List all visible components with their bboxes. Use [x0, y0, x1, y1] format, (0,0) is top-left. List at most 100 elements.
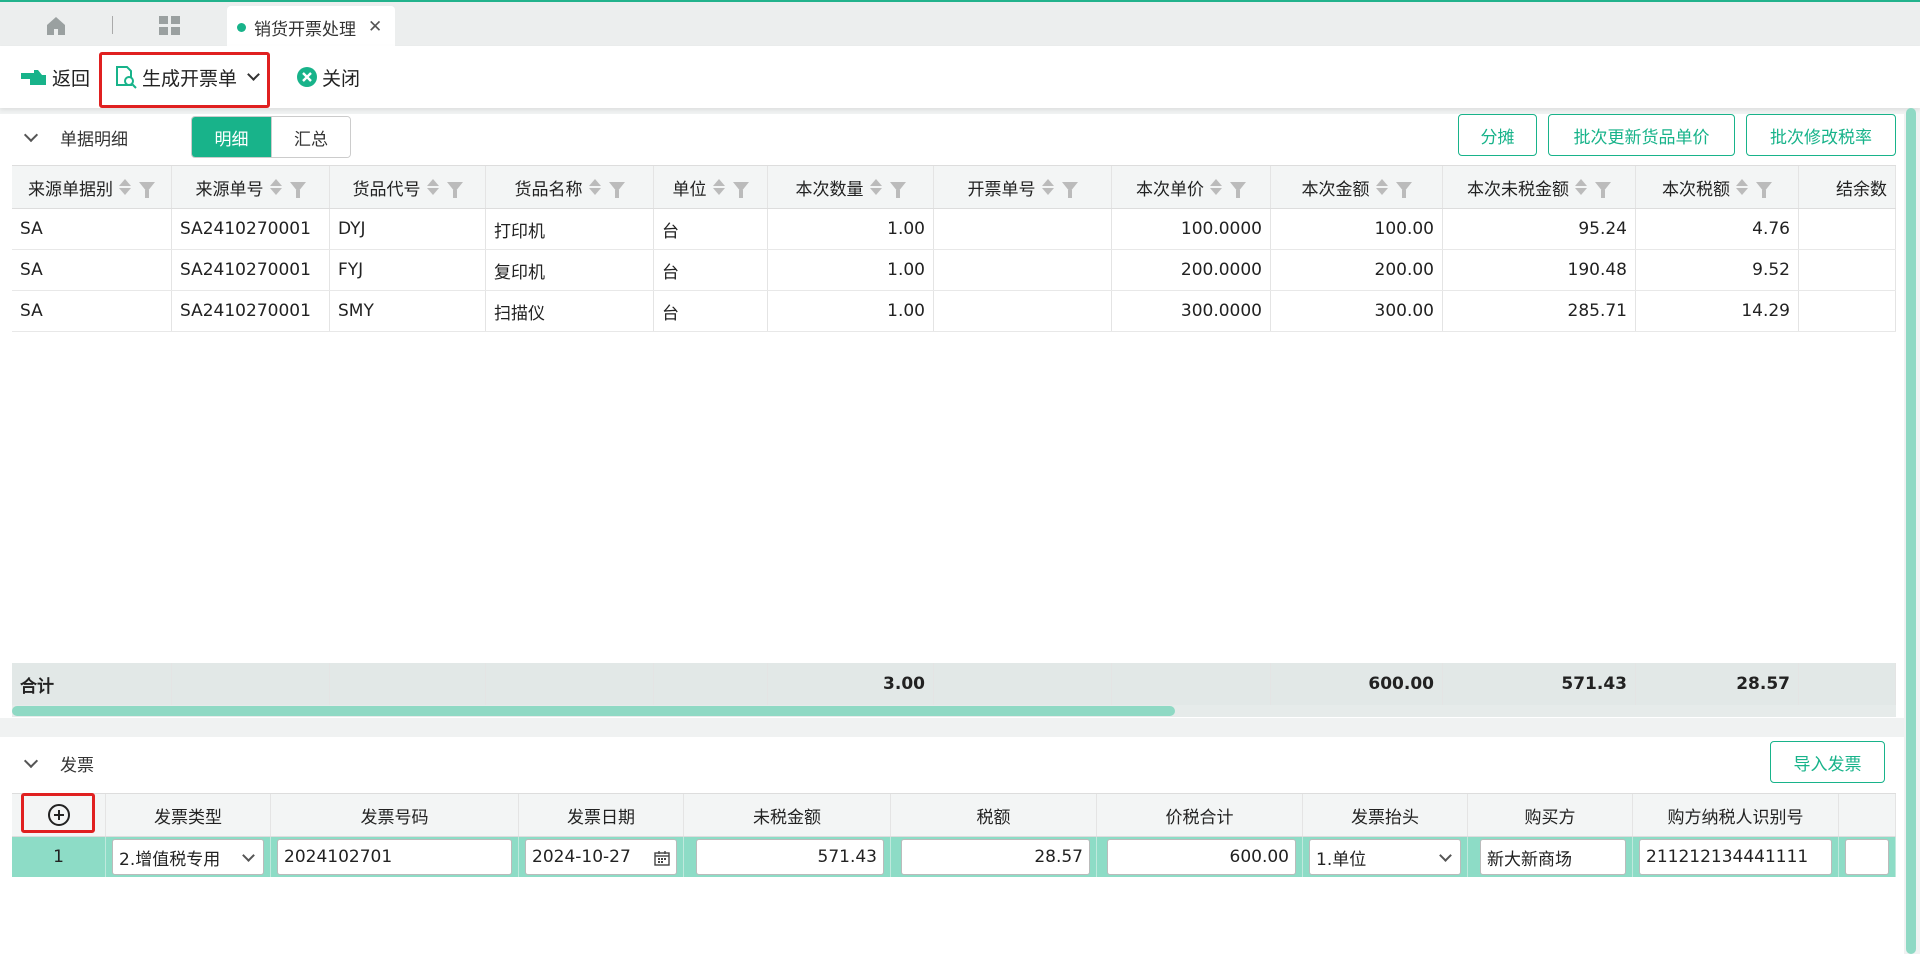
cell-unit: 台 — [654, 209, 768, 249]
horizontal-scrollbar[interactable] — [12, 705, 1896, 717]
cell-price: 100.0000 — [1112, 209, 1271, 249]
total-empty — [486, 663, 654, 705]
col-header[interactable]: 发票号码 — [271, 794, 519, 836]
close-label: 关闭 — [322, 67, 361, 90]
col-header[interactable]: 结余数 — [1799, 166, 1896, 208]
total-amount-input[interactable]: 600.00 — [1107, 839, 1296, 875]
cell-item-code: SMY — [330, 291, 486, 331]
col-header[interactable]: 税额 — [891, 794, 1097, 836]
col-header[interactable]: 购方纳税人识别号 — [1633, 794, 1839, 836]
vertical-scrollbar[interactable] — [1906, 108, 1916, 954]
cell-item-name: 扫描仪 — [486, 291, 654, 331]
filter-icon[interactable] — [608, 182, 625, 198]
col-header[interactable]: 发票抬头 — [1303, 794, 1468, 836]
cell-item-code: DYJ — [330, 209, 486, 249]
allocate-button[interactable]: 分摊 — [1458, 114, 1537, 156]
back-label: 返回 — [52, 67, 91, 90]
cell-source-no: SA2410270001 — [172, 209, 330, 249]
sort-icon[interactable] — [1575, 179, 1587, 195]
batch-update-price-button[interactable]: 批次更新货品单价 — [1548, 114, 1735, 156]
chevron-down-icon[interactable] — [1439, 849, 1452, 862]
calendar-icon[interactable] — [654, 850, 670, 866]
col-header[interactable]: 开票单号 — [934, 166, 1112, 208]
col-header[interactable]: 本次金额 — [1271, 166, 1443, 208]
close-button[interactable]: 关闭 — [296, 46, 360, 108]
total-qty: 3.00 — [768, 663, 934, 705]
taxpayer-id-input[interactable]: 211212134441111 — [1639, 839, 1832, 875]
batch-tax-rate-button[interactable]: 批次修改税率 — [1746, 114, 1896, 156]
filter-icon[interactable] — [1395, 182, 1412, 198]
sort-icon[interactable] — [712, 179, 725, 195]
active-dot — [237, 22, 246, 32]
filter-icon[interactable] — [1595, 182, 1611, 198]
tax-amount-input[interactable]: 28.57 — [901, 839, 1090, 875]
sort-icon[interactable] — [1041, 179, 1054, 195]
filter-icon[interactable] — [1756, 182, 1772, 198]
cell-price: 300.0000 — [1112, 291, 1271, 331]
col-header[interactable]: 来源单号 — [172, 166, 330, 208]
table-row[interactable]: SA SA2410270001 DYJ 打印机 台 1.00 100.0000 … — [12, 209, 1896, 250]
invoice-title-select[interactable]: 1.单位 — [1309, 839, 1461, 875]
col-header[interactable]: 货品代号 — [330, 166, 486, 208]
cell-unit: 台 — [654, 291, 768, 331]
filter-icon[interactable] — [1061, 182, 1078, 198]
sort-icon[interactable] — [119, 179, 131, 195]
table-row[interactable]: SA SA2410270001 FYJ 复印机 台 1.00 200.0000 … — [12, 250, 1896, 291]
col-header[interactable]: 本次单价 — [1112, 166, 1271, 208]
sort-icon[interactable] — [269, 179, 282, 195]
col-header[interactable]: 本次税额 — [1636, 166, 1799, 208]
back-button[interactable]: 返回 — [20, 46, 90, 108]
toggle-detail[interactable]: 明细 — [192, 117, 271, 157]
invoice-date-input[interactable]: 2024-10-27 — [525, 839, 677, 875]
extra-input[interactable] — [1845, 839, 1889, 875]
filter-icon[interactable] — [139, 182, 155, 198]
chevron-down-icon[interactable] — [23, 127, 39, 143]
tab-sales-invoice[interactable]: 销货开票处理 ✕ — [227, 6, 395, 48]
home-icon[interactable] — [28, 6, 84, 46]
col-header[interactable]: 购买方 — [1468, 794, 1633, 836]
toggle-summary[interactable]: 汇总 — [271, 117, 350, 157]
filter-icon[interactable] — [732, 182, 749, 198]
import-invoice-button[interactable]: 导入发票 — [1770, 741, 1885, 783]
col-header[interactable]: 本次数量 — [768, 166, 934, 208]
filter-icon[interactable] — [289, 182, 306, 198]
untaxed-amount-input[interactable]: 571.43 — [696, 839, 884, 875]
col-header[interactable]: 单位 — [654, 166, 768, 208]
invoice-section-header[interactable]: 发票 — [0, 738, 94, 788]
buyer-input[interactable]: 新大新商场 — [1480, 839, 1626, 875]
chevron-down-icon[interactable] — [23, 753, 39, 769]
table-row[interactable]: SA SA2410270001 SMY 扫描仪 台 1.00 300.0000 … — [12, 291, 1896, 332]
sort-icon[interactable] — [869, 179, 882, 195]
sort-icon[interactable] — [1736, 179, 1748, 195]
invoice-number-input[interactable]: 2024102701 — [277, 839, 512, 875]
filter-icon[interactable] — [889, 182, 906, 198]
col-header[interactable]: 发票类型 — [106, 794, 271, 836]
col-header[interactable]: 货品名称 — [486, 166, 654, 208]
col-header[interactable]: 未税金额 — [684, 794, 891, 836]
invoice-row[interactable]: 1 2.增值税专用 2024102701 2024-10-27 571.43 2… — [12, 837, 1896, 877]
cell-tax: 4.76 — [1636, 209, 1799, 249]
col-label: 结余数 — [1836, 179, 1887, 200]
grid-icon[interactable] — [142, 6, 198, 46]
sort-icon[interactable] — [1375, 179, 1388, 195]
close-tab-icon[interactable]: ✕ — [368, 17, 382, 37]
filter-icon[interactable] — [1230, 182, 1246, 198]
cell-source-no: SA2410270001 — [172, 291, 330, 331]
sort-icon[interactable] — [426, 179, 439, 195]
col-header[interactable]: 本次未税金额 — [1443, 166, 1636, 208]
chevron-down-icon[interactable] — [242, 849, 255, 862]
col-header[interactable]: 来源单据别 — [12, 166, 172, 208]
col-label: 本次税额 — [1662, 179, 1730, 200]
col-header[interactable]: 发票日期 — [519, 794, 684, 836]
filter-icon[interactable] — [446, 182, 463, 198]
invoice-type-select[interactable]: 2.增值税专用 — [112, 839, 264, 875]
detail-section-header[interactable]: 单据明细 — [0, 112, 128, 162]
total-label: 合计 — [12, 663, 172, 705]
sort-icon[interactable] — [1210, 179, 1222, 195]
col-header[interactable]: 价税合计 — [1097, 794, 1303, 836]
col-label: 本次数量 — [795, 179, 864, 200]
sort-icon[interactable] — [588, 179, 601, 195]
scrollbar-thumb[interactable] — [12, 706, 1175, 716]
total-amount: 600.00 — [1271, 663, 1443, 705]
view-toggle: 明细 汇总 — [191, 116, 351, 158]
